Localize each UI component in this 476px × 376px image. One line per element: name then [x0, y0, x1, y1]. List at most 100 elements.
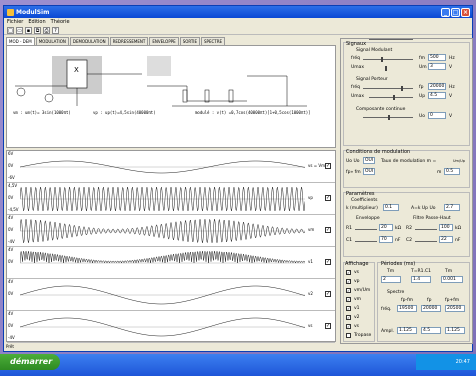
fp-fm-label: fp» fm: [346, 170, 361, 175]
affichage-checkbox[interactable]: ✓: [346, 297, 351, 302]
affichage-checkbox[interactable]: ✓: [346, 306, 351, 311]
affichage-checkbox[interactable]: ✓: [346, 279, 351, 284]
r1-label: R1: [346, 226, 352, 231]
window-controls: _ □ ×: [441, 7, 470, 17]
tab-enveloppe[interactable]: ENVELOPPE: [149, 37, 179, 45]
scope-trace: [20, 218, 305, 244]
conditions-title: Conditions de modulation: [346, 149, 411, 155]
taskbar: [0, 354, 476, 376]
uo-input[interactable]: 0: [428, 112, 446, 119]
scope-y-label: 4,5V: [8, 183, 18, 188]
equation-modulated: modulé : v(t) =0,7cos(40000πt)[1+0,5cos(…: [195, 110, 311, 115]
scope-label: vs: [308, 323, 313, 328]
help-icon[interactable]: ?: [52, 26, 59, 34]
r2-unit: kΩ: [455, 226, 462, 231]
f2-value: 20000: [421, 305, 441, 312]
r1-unit: kΩ: [395, 226, 402, 231]
tab-sortie[interactable]: SORTIE: [179, 37, 201, 45]
a2-value: 4.5: [421, 327, 441, 334]
r1-slider[interactable]: [355, 229, 377, 230]
tab-mod-dem[interactable]: MOD - DEM: [6, 37, 35, 45]
equation-vm: vm : um(t)= 3sin(1000πt): [13, 110, 71, 115]
scope-checkbox[interactable]: ✓: [325, 195, 331, 201]
fp-slider[interactable]: [363, 88, 413, 89]
scope-checkbox[interactable]: ✓: [325, 259, 331, 265]
scope-label: vm: [308, 227, 315, 232]
c1-input[interactable]: 70: [379, 236, 393, 243]
affichage-checkbox[interactable]: ✓: [346, 315, 351, 320]
fmod-knob[interactable]: [381, 57, 383, 62]
scope-checkbox[interactable]: ✓: [325, 323, 331, 329]
affichage-label: vs: [354, 270, 360, 275]
start-button[interactable]: démarrer: [0, 354, 60, 370]
c2-slider[interactable]: [415, 241, 437, 242]
scope-checkbox[interactable]: ✓: [325, 163, 331, 169]
print-icon[interactable]: ⎙: [43, 26, 50, 34]
spectre-h3: fp+fm: [445, 298, 460, 303]
parametres-title: Paramètres: [346, 191, 375, 197]
tm-label: Tm: [387, 269, 395, 274]
r1-input[interactable]: 20: [379, 224, 393, 231]
umax-slider[interactable]: [369, 39, 413, 40]
tab-demodulation[interactable]: DEMODULATION: [69, 37, 109, 45]
umax-label: Umax: [351, 65, 365, 70]
taux-label: Taux de modulation m =: [381, 159, 437, 164]
up-knob[interactable]: [393, 95, 395, 100]
uo-uo-label: Uo Uo: [346, 159, 360, 164]
scope-checkbox[interactable]: ✓: [325, 291, 331, 297]
tab-modulation[interactable]: MODULATION: [35, 37, 69, 45]
r2-slider[interactable]: [415, 229, 437, 230]
menu-theory[interactable]: Théorie: [51, 19, 70, 25]
fmod-unit: Hz: [449, 56, 455, 61]
affichage-checkbox[interactable]: [346, 333, 351, 338]
up-slider[interactable]: [369, 97, 413, 98]
scope-y-label: -4V: [8, 239, 15, 244]
save-icon[interactable]: ▪: [25, 26, 32, 34]
c1-unit: nF: [395, 238, 401, 243]
menu-bar: Fichier Edition Théorie: [4, 18, 472, 26]
minimize-icon[interactable]: _: [441, 7, 450, 17]
fp-input[interactable]: 20000: [428, 83, 446, 90]
a1-value: 1.125: [397, 327, 417, 334]
scope-label: vs = Vm: [308, 163, 325, 168]
scope-checkbox[interactable]: ✓: [325, 227, 331, 233]
a-value: 2.7: [444, 204, 460, 211]
clock: 20:47: [416, 354, 476, 370]
c1-slider[interactable]: [355, 241, 377, 242]
m-value: 0.5: [444, 168, 460, 175]
open-icon[interactable]: ▭: [16, 26, 23, 34]
c2-input[interactable]: 22: [439, 236, 453, 243]
umax-input[interactable]: 3: [428, 63, 446, 70]
new-icon[interactable]: □: [7, 26, 14, 34]
f3-value: 20500: [445, 305, 465, 312]
uo-unit: V: [449, 114, 453, 119]
trc-value: 1.4: [411, 276, 431, 283]
umax-knob[interactable]: [385, 66, 387, 71]
r2-input[interactable]: 100: [439, 224, 453, 231]
affichage-checkbox[interactable]: ✓: [346, 288, 351, 293]
up-input[interactable]: 4.5: [428, 92, 446, 99]
maximize-icon[interactable]: □: [451, 7, 460, 17]
scope-y-label: 4V: [8, 215, 14, 220]
copy-icon[interactable]: ⧉: [34, 26, 41, 34]
fp-knob[interactable]: [401, 86, 403, 91]
upmax-label: Umax: [351, 94, 365, 99]
fm-label: fm: [419, 56, 425, 61]
menu-edit[interactable]: Edition: [28, 19, 45, 25]
k-input[interactable]: 0.1: [383, 204, 399, 211]
tab-redressement[interactable]: REDRESSEMENT: [109, 37, 149, 45]
spectre-title: Spectre: [387, 290, 405, 295]
affichage-checkbox[interactable]: ✓: [346, 324, 351, 329]
continue-title: Composante continue: [356, 107, 406, 112]
menu-file[interactable]: Fichier: [7, 19, 23, 25]
close-icon[interactable]: ×: [461, 7, 470, 17]
affichage-checkbox[interactable]: ✓: [346, 270, 351, 275]
fmod-slider[interactable]: [363, 59, 413, 60]
fp-condition: OUI: [363, 168, 375, 175]
tab-spectre[interactable]: SPECTRE: [201, 37, 226, 45]
fmod-input[interactable]: 500: [428, 54, 446, 61]
uo-knob[interactable]: [388, 115, 390, 120]
m-label: m: [437, 170, 442, 175]
c2-unit: nF: [455, 238, 461, 243]
k-label: k (multiplieur): [346, 206, 378, 211]
